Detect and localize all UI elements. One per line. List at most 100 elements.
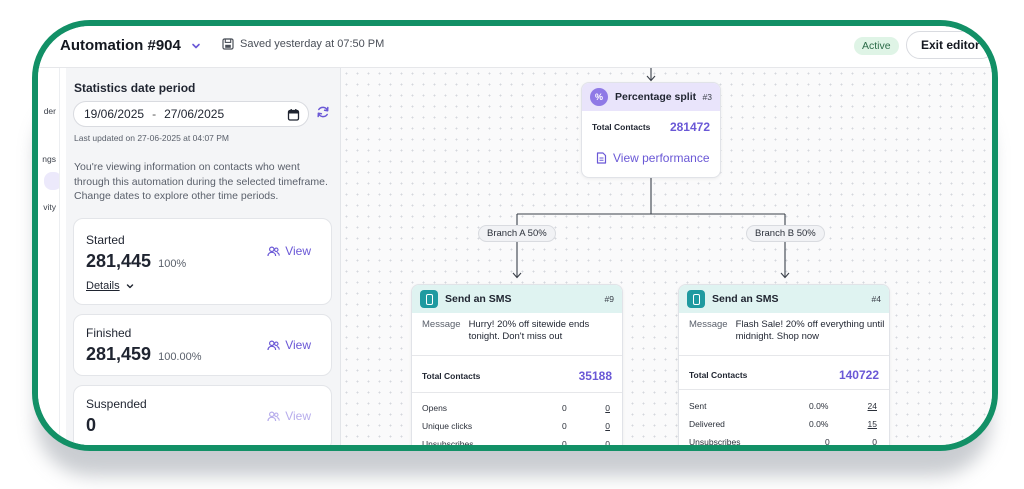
metric-row: Sent 0.0% 24: [689, 401, 879, 415]
view-label: View: [285, 244, 311, 258]
node-header: Send an SMS #9: [412, 285, 622, 313]
metric-percent: 0.0%: [809, 401, 829, 411]
metric-count-link[interactable]: 0: [605, 439, 610, 445]
app-frame: Automation #904 Saved yesterday at 07:50…: [32, 20, 998, 451]
view-finished-button[interactable]: View: [267, 338, 311, 352]
metric-percent: 0.0%: [809, 419, 829, 429]
send-sms-node[interactable]: Send an SMS #4 Message Flash Sale! 20% o…: [678, 284, 890, 447]
details-toggle[interactable]: Details: [86, 280, 135, 292]
metric-name: Opens: [422, 403, 448, 413]
node-id: #3: [702, 92, 712, 102]
view-performance-label: View performance: [613, 151, 710, 165]
date-end: 27/06/2025: [164, 107, 225, 121]
divider: [679, 389, 889, 390]
nav-item-builder[interactable]: der: [44, 106, 56, 116]
document-icon: [596, 152, 607, 164]
saved-status: Saved yesterday at 07:50 PM: [222, 38, 384, 50]
node-header: % Percentage split #3: [582, 83, 720, 111]
stat-card-suspended: Suspended 0 View: [73, 385, 332, 445]
stat-card-finished: Finished 281,459 100.00% View: [73, 314, 332, 376]
metric-name: Delivered: [689, 419, 725, 429]
percentage-split-node[interactable]: % Percentage split #3 Total Contacts 281…: [581, 82, 721, 178]
node-header: Send an SMS #4: [679, 285, 889, 313]
message-text: Hurry! 20% off sitewide ends tonight. Do…: [468, 319, 590, 342]
chevron-down-icon[interactable]: [189, 39, 203, 53]
last-updated-text: Last updated on 27-06-2025 at 04:07 PM: [74, 133, 230, 143]
total-contacts-row: Total Contacts 281472: [592, 120, 710, 134]
metric-count-link[interactable]: 24: [868, 401, 877, 411]
message-text: Flash Sale! 20% off everything until mid…: [735, 319, 885, 342]
total-contacts-value: 281472: [669, 120, 710, 134]
node-title: Send an SMS: [712, 293, 779, 305]
stat-label: Started: [86, 233, 125, 247]
metric-row: Unsubscribes 0 0: [422, 439, 612, 449]
refresh-icon[interactable]: [316, 105, 330, 119]
node-id: #4: [871, 294, 881, 304]
chevron-down-icon: [126, 284, 133, 289]
metric-count-link[interactable]: 15: [868, 419, 877, 429]
statistics-panel: Statistics date period 19/06/2025 - 27/0…: [66, 68, 341, 445]
total-contacts-row: Total Contacts 35188: [422, 369, 612, 383]
stat-value-row: 281,459 100.00%: [86, 344, 202, 365]
branch-b-label[interactable]: Branch B 50%: [746, 225, 825, 242]
view-label: View: [285, 409, 311, 423]
node-title: Percentage split: [615, 91, 697, 103]
status-badge: Active: [854, 37, 899, 55]
date-range-input[interactable]: 19/06/2025 - 27/06/2025: [73, 101, 309, 127]
details-label: Details: [86, 280, 120, 292]
metric-count-link[interactable]: 0: [872, 437, 877, 445]
workflow-canvas[interactable]: % Percentage split #3 Total Contacts 281…: [341, 68, 992, 449]
message-label: Message: [422, 319, 461, 330]
view-label: View: [285, 338, 311, 352]
users-icon: [267, 340, 280, 350]
divider: [679, 355, 889, 356]
metric-percent: 0: [825, 437, 830, 447]
calendar-icon[interactable]: [287, 108, 300, 121]
saved-text: Saved yesterday at 07:50 PM: [240, 38, 385, 50]
percent-icon: %: [590, 88, 608, 106]
panel-title: Statistics date period: [74, 81, 196, 95]
stat-value: 0: [86, 415, 97, 435]
phone-icon: [687, 290, 705, 308]
view-suspended-button[interactable]: View: [267, 409, 311, 423]
stat-value: 281,445: [86, 251, 152, 271]
total-contacts-label: Total Contacts: [422, 371, 481, 381]
divider: [412, 392, 622, 393]
users-icon: [267, 411, 280, 421]
metric-percent: 0: [562, 439, 567, 449]
side-nav: der ngs vity: [38, 68, 60, 445]
stat-percent: 100.00%: [158, 351, 202, 363]
exit-editor-button[interactable]: Exit editor: [906, 31, 992, 59]
nav-item-activity[interactable]: vity: [43, 202, 56, 212]
divider: [412, 355, 622, 356]
metric-name: Unique clicks: [422, 421, 473, 431]
message-row: Message Hurry! 20% off sitewide ends ton…: [422, 319, 619, 342]
total-contacts-label: Total Contacts: [689, 370, 748, 380]
phone-icon: [420, 290, 438, 308]
metric-percent: 0: [562, 403, 567, 413]
users-icon: [267, 246, 280, 256]
metric-row: Delivered 0.0% 15: [689, 419, 879, 433]
total-contacts-label: Total Contacts: [592, 122, 651, 132]
metric-row: Unsubscribes 0 0: [689, 437, 879, 447]
stat-percent: 100%: [158, 258, 187, 270]
metric-count-link[interactable]: 0: [605, 403, 610, 413]
nav-item-settings[interactable]: ngs: [42, 154, 56, 164]
metric-name: Unsubscribes: [422, 439, 474, 449]
total-contacts-value: 140722: [838, 368, 879, 382]
stat-value-row: 281,445 100%: [86, 251, 186, 272]
save-icon: [222, 38, 234, 50]
stat-value: 281,459: [86, 344, 152, 364]
view-started-button[interactable]: View: [267, 244, 311, 258]
view-performance-link[interactable]: View performance: [596, 151, 710, 165]
metric-row: Opens 0 0: [422, 403, 612, 417]
date-separator: -: [152, 107, 157, 121]
total-contacts-value: 35188: [578, 369, 612, 383]
branch-a-label[interactable]: Branch A 50%: [478, 225, 556, 242]
node-id: #9: [604, 294, 614, 304]
metric-count-link[interactable]: 0: [605, 421, 610, 431]
send-sms-node[interactable]: Send an SMS #9 Message Hurry! 20% off si…: [411, 284, 623, 449]
stat-label: Suspended: [86, 397, 147, 411]
date-start: 19/06/2025: [84, 107, 145, 121]
metric-name: Unsubscribes: [689, 437, 741, 447]
